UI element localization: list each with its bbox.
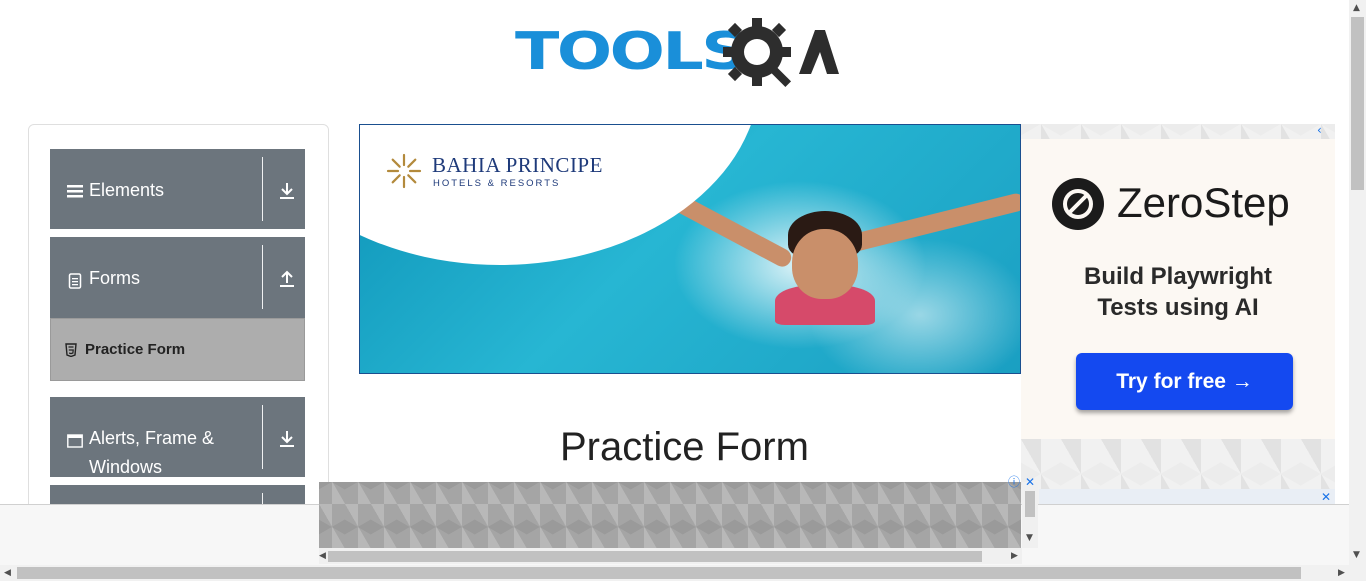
- bottom-ad-frame[interactable]: ▼ ◀ ▶: [319, 482, 1038, 564]
- next-ad-strip: [1039, 489, 1335, 504]
- document-icon: [68, 273, 82, 289]
- sidebar-group-elements[interactable]: Elements: [50, 149, 305, 229]
- left-panel: Elements Forms Practice Form Alerts, Fra…: [28, 124, 329, 557]
- scrollbar-thumb[interactable]: [1025, 491, 1035, 517]
- sidebar-group-alerts[interactable]: Alerts, Frame & Windows: [50, 397, 305, 477]
- scroll-up-icon[interactable]: ▲: [1353, 3, 1360, 13]
- scroll-down-icon[interactable]: ▼: [1353, 550, 1360, 560]
- ad-info-icon[interactable]: ⓘ: [1008, 476, 1020, 488]
- divider: [262, 157, 263, 221]
- zerostep-ad-card[interactable]: ZeroStep Build Playwright Tests using AI…: [1021, 139, 1335, 439]
- photo-detail: [792, 229, 858, 299]
- page-vertical-scrollbar[interactable]: ▲ ▼: [1349, 0, 1366, 565]
- download-arrow-icon[interactable]: [278, 181, 296, 201]
- ad-horizontal-scrollbar[interactable]: ◀ ▶: [319, 548, 1022, 564]
- banner-brand: BAHIA PRINCIPE: [432, 153, 603, 177]
- toolsqa-logo[interactable]: TOOLS: [515, 16, 840, 92]
- scrollbar-thumb[interactable]: [328, 551, 982, 562]
- sidebar-group-label: Elements: [89, 180, 165, 200]
- scroll-right-icon[interactable]: ▶: [1338, 568, 1345, 578]
- side-ad[interactable]: ZeroStep Build Playwright Tests using AI…: [1021, 124, 1335, 504]
- scrollbar-thumb[interactable]: [1351, 17, 1364, 190]
- window-icon: [67, 434, 83, 448]
- close-icon[interactable]: ✕: [1321, 491, 1331, 503]
- scrollbar-thumb[interactable]: [17, 567, 1301, 579]
- ad-vertical-scrollbar[interactable]: ▼: [1022, 482, 1038, 548]
- logo-wordmark: TOOLS: [515, 22, 748, 82]
- ad-brand-name: ZeroStep: [1117, 179, 1290, 226]
- divider: [262, 405, 263, 469]
- gear-search-icon: [723, 18, 839, 88]
- sidebar-item-label: Practice Form: [85, 341, 186, 358]
- ad-choices-icon[interactable]: ‹: [1317, 124, 1327, 138]
- page-title: Practice Form: [560, 425, 809, 469]
- upload-arrow-icon[interactable]: [278, 269, 296, 289]
- try-for-free-button[interactable]: Try for free →: [1076, 353, 1293, 410]
- html5-icon: [65, 343, 77, 357]
- scroll-right-icon[interactable]: ▶: [1011, 551, 1018, 561]
- ad-background-pattern: [319, 482, 1021, 548]
- scroll-left-icon[interactable]: ◀: [319, 551, 326, 561]
- banner-subtitle: HOTELS & RESORTS: [433, 178, 561, 189]
- divider: [262, 245, 263, 309]
- page-horizontal-scrollbar[interactable]: ◀ ▶: [0, 565, 1366, 581]
- zerostep-logo-icon: [1052, 178, 1104, 230]
- bahia-principe-logo-icon: [386, 153, 422, 189]
- sidebar-group-forms[interactable]: Forms: [50, 237, 305, 318]
- sidebar-item-practice-form[interactable]: Practice Form: [50, 318, 305, 381]
- sidebar-group-label: Forms: [89, 268, 140, 288]
- download-arrow-icon[interactable]: [278, 429, 296, 449]
- sidebar-group-label: Alerts, Frame & Windows: [89, 428, 215, 477]
- banner-ad[interactable]: BAHIA PRINCIPE HOTELS & RESORTS: [359, 124, 1021, 374]
- ad-tagline: Build Playwright Tests using AI: [1083, 263, 1272, 321]
- hamburger-icon: [67, 185, 83, 198]
- scroll-left-icon[interactable]: ◀: [4, 568, 11, 578]
- scroll-down-icon[interactable]: ▼: [1026, 533, 1033, 543]
- close-icon[interactable]: ✕: [1025, 476, 1035, 488]
